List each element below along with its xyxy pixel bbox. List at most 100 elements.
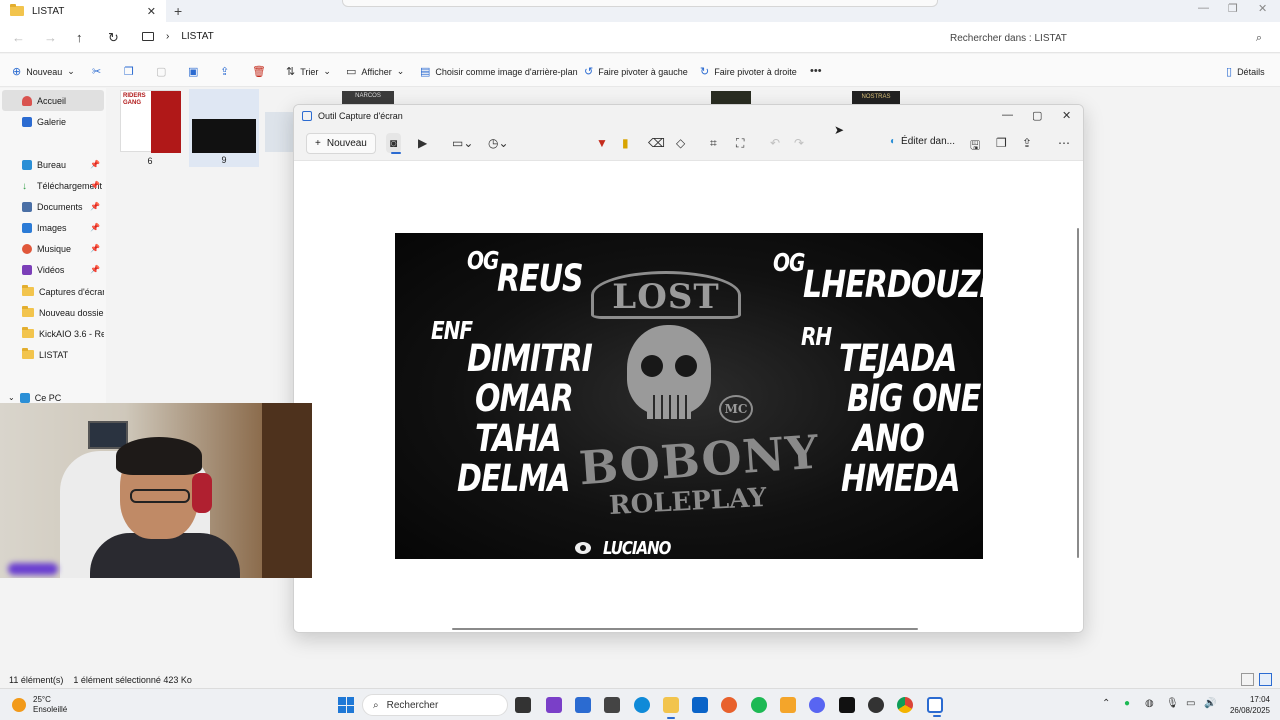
snip-shape-icon[interactable]: ▭⌄ — [452, 136, 473, 150]
sort-button[interactable]: ⇅ Trier ⌄ — [286, 65, 331, 78]
discord-icon[interactable] — [809, 697, 825, 713]
breadcrumb[interactable]: › LISTAT — [142, 31, 214, 42]
more-options-button[interactable]: ••• — [810, 65, 822, 77]
back-arrow-icon[interactable]: ← — [12, 30, 25, 45]
maximize-icon[interactable]: ❐ — [1228, 2, 1238, 15]
new-tab-button[interactable]: + — [174, 3, 182, 19]
member-name: ANO — [853, 417, 925, 461]
video-mode-icon[interactable]: ▶ — [418, 136, 427, 150]
app-icon[interactable] — [546, 697, 562, 713]
close-window-icon[interactable]: ✕ — [1062, 109, 1071, 122]
app-icon[interactable] — [839, 697, 855, 713]
sidebar-item-nouveau-dossier[interactable]: Nouveau dossier — [2, 302, 104, 323]
app-icon[interactable] — [604, 697, 620, 713]
delete-button[interactable]: 🗑 — [252, 65, 266, 78]
edge-icon[interactable] — [634, 697, 650, 713]
tray-app-icon[interactable]: ● — [1124, 698, 1130, 709]
cut-button[interactable]: ✂ — [92, 65, 101, 78]
copy-button[interactable]: ❐ — [124, 65, 134, 78]
file-thumbnail-narcos[interactable]: NARCOS — [342, 91, 394, 104]
steam-icon[interactable]: ◍ — [1145, 698, 1154, 709]
clock[interactable]: 17:04 26/08/2025 — [1230, 694, 1270, 716]
tiles-view-icon[interactable] — [1259, 673, 1272, 686]
more-icon[interactable]: ⋯ — [1058, 136, 1070, 150]
snip-titlebar: Outil Capture d'écran — ▢ ✕ — [294, 105, 1083, 127]
file-thumbnail-nostras[interactable]: NOSTRAS — [852, 91, 900, 104]
sidebar-item-kickaio[interactable]: KickAIO 3.6 - Relea — [2, 323, 104, 344]
eraser-icon[interactable]: ⌫ — [648, 136, 665, 150]
sidebar-item-label: Images — [37, 222, 67, 233]
share-icon[interactable]: ⇪ — [1022, 136, 1032, 150]
sidebar-item-telechargement[interactable]: ↓ Téléchargement 📌 — [2, 175, 104, 196]
file-explorer-icon[interactable] — [663, 697, 679, 719]
sidebar-item-documents[interactable]: Documents 📌 — [2, 196, 104, 217]
snipping-tool-taskbar-icon[interactable] — [927, 697, 943, 717]
taskbar-search[interactable]: ⌕ Rechercher — [362, 694, 508, 716]
rename-button[interactable]: ▣ — [188, 65, 198, 78]
sidebar-item-captures[interactable]: Captures d'écran — [2, 281, 104, 302]
minimize-icon[interactable]: — — [1002, 109, 1013, 121]
maximize-icon[interactable]: ▢ — [1032, 109, 1042, 122]
volume-icon[interactable]: 🔊 — [1204, 698, 1216, 709]
app-icon[interactable] — [780, 697, 796, 713]
file-thumbnail-dark[interactable] — [711, 91, 751, 104]
set-wallpaper-button[interactable]: ▤ Choisir comme image d'arrière-plan — [420, 65, 578, 78]
details-view-icon[interactable] — [1241, 673, 1254, 686]
chrome-icon[interactable] — [897, 697, 913, 713]
file-thumbnail-partial[interactable] — [265, 112, 295, 152]
tab-listat[interactable]: LISTAT ✕ — [0, 0, 166, 22]
microphone-icon[interactable]: 🎙 — [1166, 698, 1179, 709]
network-icon[interactable]: ▭ — [1186, 698, 1195, 709]
text-actions-icon[interactable]: ⛶ — [736, 136, 744, 151]
up-arrow-icon[interactable]: ↑ — [76, 30, 83, 45]
task-view-icon[interactable] — [515, 697, 531, 713]
details-button[interactable]: ▯ Détails — [1226, 65, 1265, 78]
close-icon[interactable]: ✕ — [147, 5, 156, 18]
sidebar-item-videos[interactable]: Vidéos 📌 — [2, 259, 104, 280]
start-button[interactable] — [338, 697, 354, 713]
save-icon[interactable]: 🖫 — [970, 136, 980, 157]
minimize-icon[interactable]: — — [1198, 2, 1209, 14]
outlook-icon[interactable] — [692, 697, 708, 713]
sidebar-item-bureau[interactable]: Bureau 📌 — [2, 154, 104, 175]
vertical-scrollbar[interactable] — [1077, 228, 1079, 558]
home-icon — [22, 95, 32, 106]
app-icon[interactable] — [868, 697, 884, 713]
file-item-selected[interactable]: 9 — [189, 89, 259, 167]
rotate-left-button[interactable]: ↺ Faire pivoter à gauche — [584, 65, 688, 78]
redo-icon[interactable]: ↷ — [794, 136, 804, 150]
sidebar-item-musique[interactable]: Musique 📌 — [2, 238, 104, 259]
horizontal-scrollbar[interactable] — [452, 628, 918, 630]
firefox-icon[interactable] — [721, 697, 737, 713]
edit-in-button[interactable]: ◐ Éditer dan... — [890, 136, 955, 147]
crop-icon[interactable]: ⌗ — [710, 136, 717, 151]
highlighter-icon[interactable]: ▮ — [622, 136, 629, 150]
new-snip-button[interactable]: + Nouveau — [306, 133, 376, 154]
search-input[interactable]: Rechercher dans : LISTAT ⌕ — [940, 27, 1272, 49]
shapes-icon[interactable]: ◇ — [676, 136, 685, 150]
sidebar-item-listat[interactable]: LISTAT — [2, 344, 104, 365]
spotify-icon[interactable] — [751, 697, 767, 713]
sidebar-item-galerie[interactable]: Galerie — [2, 111, 104, 132]
weather-widget[interactable]: 25°C Ensoleillé — [12, 695, 67, 715]
sidebar-item-images[interactable]: Images 📌 — [2, 217, 104, 238]
store-icon[interactable] — [575, 697, 591, 713]
screenshot-mode-icon[interactable]: ◙ — [386, 133, 402, 154]
close-window-icon[interactable]: ✕ — [1258, 2, 1267, 15]
view-button[interactable]: ▭ Afficher ⌄ — [346, 65, 404, 78]
forward-arrow-icon[interactable]: → — [44, 30, 57, 45]
file-item[interactable]: RIDERS GANG 6 — [120, 90, 181, 168]
undo-icon[interactable]: ↶ — [770, 136, 780, 150]
paste-button[interactable]: ▢ — [156, 65, 166, 78]
pen-icon[interactable]: ▼ — [596, 136, 608, 150]
copy-icon[interactable]: ❐ — [996, 136, 1007, 150]
share-button[interactable]: ⇪ — [220, 65, 229, 78]
delay-timer-icon[interactable]: ◷⌄ — [488, 136, 509, 150]
rotate-right-button[interactable]: ↻ Faire pivoter à droite — [700, 65, 797, 78]
chevron-up-icon[interactable]: ⌃ — [1102, 698, 1110, 709]
sidebar-item-accueil[interactable]: Accueil — [2, 90, 104, 111]
tab-title: LISTAT — [32, 5, 65, 17]
new-button[interactable]: ⊕ Nouveau ⌄ — [12, 65, 75, 78]
refresh-icon[interactable]: ↻ — [108, 30, 119, 46]
breadcrumb-item[interactable]: LISTAT — [181, 31, 213, 42]
